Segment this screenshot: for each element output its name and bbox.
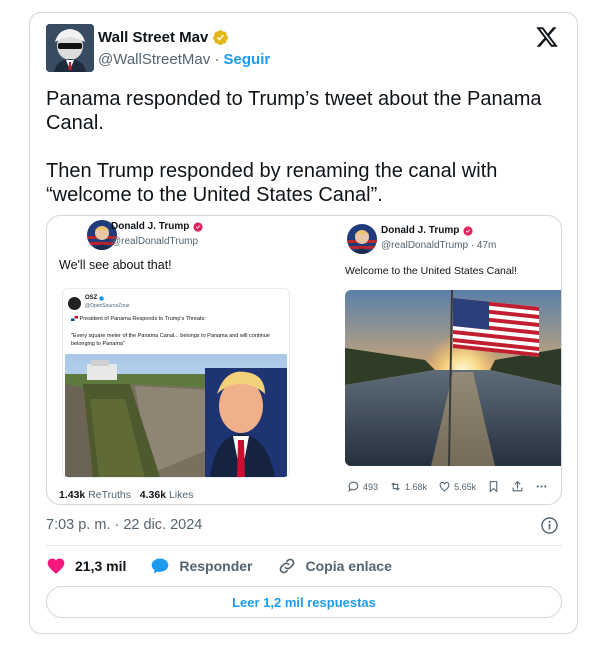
reply-icon <box>348 481 359 493</box>
right-post-like[interactable]: 5.65k <box>438 480 476 493</box>
right-post-actions: 493 1.68k 5.65k <box>347 480 561 493</box>
left-post-name-label: Donald J. Trump <box>111 221 190 232</box>
retruths-count: 1.43k <box>59 489 86 501</box>
quoted-post-avatar <box>68 297 81 310</box>
verified-badge-icon <box>99 295 105 301</box>
reply-icon <box>152 558 169 574</box>
verified-badge-icon <box>213 30 229 46</box>
media-image[interactable]: Donald J. Trump @realDonaldTrump We'll s… <box>46 215 562 505</box>
verified-badge-icon <box>193 221 203 232</box>
quoted-post-headline-label: President of Panama Responds to Trump's … <box>79 316 206 322</box>
quoted-post-handle: @OpenSourceZone <box>85 303 130 309</box>
right-post-share[interactable] <box>511 480 524 493</box>
info-icon[interactable] <box>540 516 559 535</box>
reply-label: Responder <box>179 558 253 574</box>
author-handle-line: @WallStreetMav · Seguir <box>98 51 270 68</box>
reply-button[interactable]: Responder <box>150 556 253 576</box>
copy-link-button[interactable]: Copia enlace <box>277 556 392 576</box>
right-post-avatar <box>347 224 377 254</box>
left-embedded-post: Donald J. Trump @realDonaldTrump We'll s… <box>47 216 303 504</box>
left-post-handle: @realDonaldTrump <box>111 236 199 247</box>
right-post-reposts: 1.68k <box>405 481 428 492</box>
link-icon <box>279 558 294 574</box>
bookmark-icon <box>489 481 498 493</box>
tweet-card: Wall Street Mav @WallStreetMav · Seguir … <box>29 12 578 634</box>
left-post-name: Donald J. Trump <box>111 221 203 232</box>
copy-link-label: Copia enlace <box>305 558 392 574</box>
read-replies-button[interactable]: Leer 1,2 mil respuestas <box>46 586 562 618</box>
right-post-bookmark[interactable] <box>487 480 500 493</box>
right-post-reply[interactable]: 493 <box>347 480 378 493</box>
likes-label: Likes <box>168 489 194 501</box>
right-post-text: Welcome to the United States Canal! <box>345 265 517 277</box>
panama-canal-photo <box>65 354 287 477</box>
likes-count: 4.36k <box>139 489 167 501</box>
heart-icon <box>439 481 450 492</box>
right-post-replies: 493 <box>363 481 379 492</box>
author-handle[interactable]: @WallStreetMav <box>98 51 210 68</box>
quoted-post-text: "Every square meter of the Panama Canal.… <box>71 333 270 347</box>
right-embedded-post: Donald J. Trump @realDonaldTrump · 47m W… <box>303 216 561 504</box>
divider <box>46 545 562 546</box>
retruths-label: ReTruths <box>88 489 131 501</box>
heart-icon <box>47 558 65 574</box>
panama-flag-icon <box>71 316 78 322</box>
action-bar: 21,3 mil Responder Copia enlace <box>46 554 416 578</box>
quoted-post: OSZ @OpenSourceZone President of Panama … <box>62 288 290 478</box>
right-post-likes: 5.65k <box>454 481 477 492</box>
left-post-stats: 1.43k ReTruths 4.36k Likes <box>59 489 193 501</box>
author-name-label[interactable]: Wall Street Mav <box>98 29 208 46</box>
verified-badge-icon <box>463 225 473 236</box>
right-post-name-label: Donald J. Trump <box>381 225 460 236</box>
quoted-post-name: OSZ <box>85 295 105 301</box>
quoted-post-name-label: OSZ <box>85 295 98 301</box>
avatar[interactable] <box>46 24 94 72</box>
timestamp[interactable]: 7:03 p. m. · 22 dic. 2024 <box>46 517 202 533</box>
follow-button[interactable]: Seguir <box>224 51 271 68</box>
tweet-text: Panama responded to Trump’s tweet about … <box>46 88 542 206</box>
right-post-repost[interactable]: 1.68k <box>389 480 427 493</box>
right-post-name: Donald J. Trump <box>381 225 473 236</box>
handle-separator: · <box>210 51 224 68</box>
like-count: 21,3 mil <box>75 558 127 574</box>
right-post-more[interactable] <box>535 480 548 493</box>
canal-flag-photo <box>345 290 561 466</box>
share-icon <box>512 480 523 492</box>
author-name[interactable]: Wall Street Mav <box>98 29 229 46</box>
retweet-icon <box>391 482 400 491</box>
quoted-post-headline: President of Panama Responds to Trump's … <box>71 316 206 322</box>
right-post-handle: @realDonaldTrump · 47m <box>381 240 497 251</box>
like-button[interactable]: 21,3 mil <box>46 556 126 576</box>
left-post-text: We'll see about that! <box>59 258 172 272</box>
more-icon <box>536 485 547 488</box>
x-logo-icon[interactable] <box>535 25 559 49</box>
